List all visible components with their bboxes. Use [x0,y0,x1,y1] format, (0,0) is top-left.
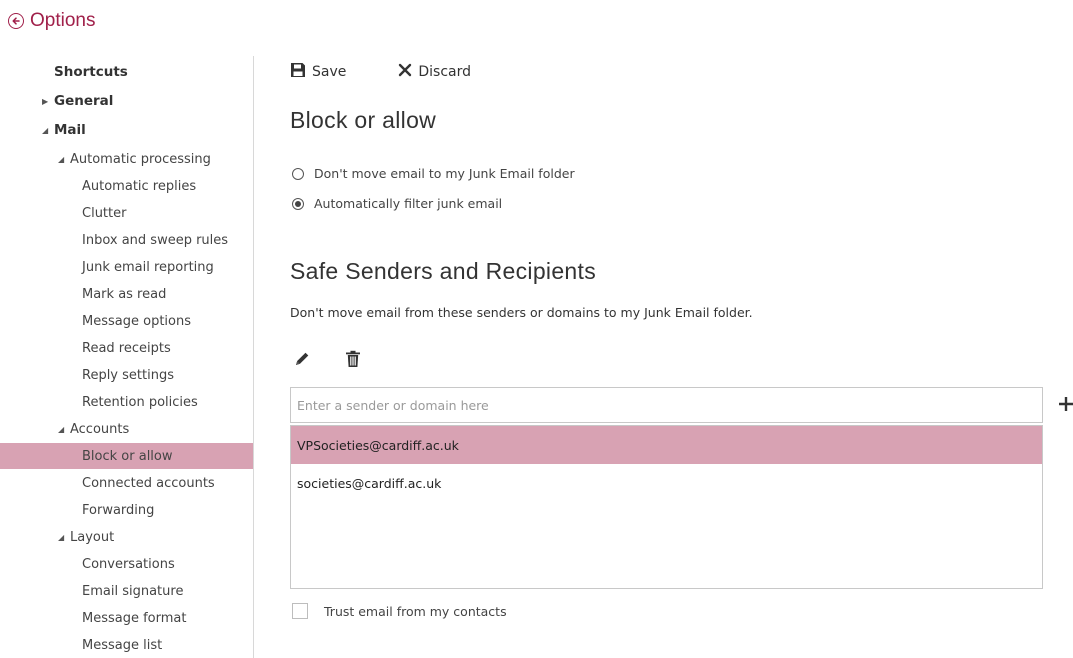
radio-dont-move-to-junk[interactable]: Don't move email to my Junk Email folder [292,166,575,181]
save-label: Save [312,64,347,80]
section-title: Block or allow [290,107,437,133]
sidebar-item-label: Conversations [82,556,175,572]
sidebar-item-label: Retention policies [82,394,198,410]
sidebar-item-connected-accounts[interactable]: Connected accounts [0,470,253,496]
triangle-down-icon: ◢ [58,532,65,542]
list-item-text: VPSocieties@cardiff.ac.uk [297,437,459,453]
radio-auto-filter-junk[interactable]: Automatically filter junk email [292,196,502,211]
triangle-down-icon: ◢ [58,424,65,434]
sidebar-item-block-or-allow[interactable]: Block or allow [0,443,253,469]
sidebar-item-forwarding[interactable]: Forwarding [0,497,253,523]
radio-selected-dot [295,200,301,207]
sidebar-item-accounts[interactable]: ◢ Accounts [0,416,253,442]
discard-label: Discard [418,64,472,80]
page-title: Options [30,10,96,31]
list-item[interactable]: societies@cardiff.ac.uk [291,464,1042,502]
radio-button[interactable] [292,167,304,180]
options-sidebar: Shortcuts ▶ General ◢ Mail ◢ Automatic proc… [0,56,254,658]
delete-button[interactable] [343,350,363,372]
edit-button[interactable] [292,351,312,371]
trash-icon [345,350,361,372]
sidebar-item-label: Connected accounts [82,475,215,491]
sidebar-item-label: Mail [54,122,86,138]
sidebar-item-label: Block or allow [82,448,173,464]
sidebar-item-label: Junk email reporting [82,259,214,275]
sidebar-item-general[interactable]: ▶ General [0,88,253,114]
triangle-down-icon: ◢ [58,154,65,164]
radio-label: Automatically filter junk email [314,196,503,211]
sidebar-item-label: Layout [70,529,115,545]
add-sender-button[interactable] [1056,394,1073,414]
list-item[interactable]: VPSocieties@cardiff.ac.uk [291,426,1042,464]
safe-senders-title: Safe Senders and Recipients [290,258,597,284]
sidebar-item-label: Message list [82,637,163,653]
sidebar-item-label: Forwarding [82,502,155,518]
sidebar-item-layout[interactable]: ◢ Layout [0,524,253,550]
sidebar-item-label: Email signature [82,583,184,599]
sidebar-item-label: Reply settings [82,367,174,383]
sidebar-item-reply-settings[interactable]: Reply settings [0,362,253,388]
sidebar-item-junk-email-reporting[interactable]: Junk email reporting [0,254,253,280]
triangle-right-icon: ▶ [42,96,49,106]
toolbar: Save Discard [290,60,523,84]
x-icon [398,63,412,81]
circle-arrow-left-icon [8,13,24,29]
sidebar-item-automatic-replies[interactable]: Automatic replies [0,173,253,199]
sidebar-item-retention-policies[interactable]: Retention policies [0,389,253,415]
back-to-options-button[interactable]: Options [8,6,95,36]
sidebar-item-mark-as-read[interactable]: Mark as read [0,281,253,307]
sidebar-item-label: Inbox and sweep rules [82,232,229,248]
sidebar-item-label: Mark as read [82,286,167,302]
sidebar-item-label: Automatic replies [82,178,197,194]
sidebar-item-label: Message options [82,313,191,329]
sidebar-item-mail[interactable]: ◢ Mail [0,117,253,143]
sidebar-item-read-receipts[interactable]: Read receipts [0,335,253,361]
sidebar-item-message-options[interactable]: Message options [0,308,253,334]
sidebar-item-label: Automatic processing [70,151,211,167]
sidebar-item-message-list[interactable]: Message list [0,632,253,658]
triangle-down-icon: ◢ [42,125,49,135]
safe-senders-list[interactable]: VPSocieties@cardiff.ac.uk societies@card… [290,425,1043,589]
sidebar-item-inbox-and-sweep-rules[interactable]: Inbox and sweep rules [0,227,253,253]
radio-label: Don't move email to my Junk Email folder [314,166,575,181]
sidebar-item-label: General [54,93,114,109]
trust-contacts-option[interactable]: Trust email from my contacts [292,603,507,619]
sidebar-item-label: Shortcuts [54,64,128,80]
radio-button[interactable] [292,197,304,210]
sidebar-item-label: Message format [82,610,187,626]
sidebar-item-conversations[interactable]: Conversations [0,551,253,577]
save-button[interactable]: Save [290,62,346,82]
trust-contacts-label: Trust email from my contacts [324,603,507,619]
pencil-icon [293,350,311,372]
sender-domain-input[interactable] [290,387,1043,423]
sidebar-item-email-signature[interactable]: Email signature [0,578,253,604]
sidebar-item-label: Read receipts [82,340,171,356]
trust-contacts-checkbox[interactable] [292,603,308,619]
discard-button[interactable]: Discard [398,63,471,81]
safe-senders-description: Don't move email from these senders or d… [290,305,753,320]
sidebar-item-clutter[interactable]: Clutter [0,200,253,226]
settings-panel: Save Discard Block or allow Don't move e… [290,0,1073,658]
floppy-disk-icon [290,62,306,82]
list-item-text: societies@cardiff.ac.uk [297,475,442,491]
sidebar-item-label: Accounts [70,421,130,437]
sidebar-item-shortcuts[interactable]: Shortcuts [0,59,253,85]
sidebar-item-message-format[interactable]: Message format [0,605,253,631]
plus-icon [1056,397,1073,418]
sidebar-item-automatic-processing[interactable]: ◢ Automatic processing [0,146,253,172]
sidebar-item-label: Clutter [82,205,127,221]
